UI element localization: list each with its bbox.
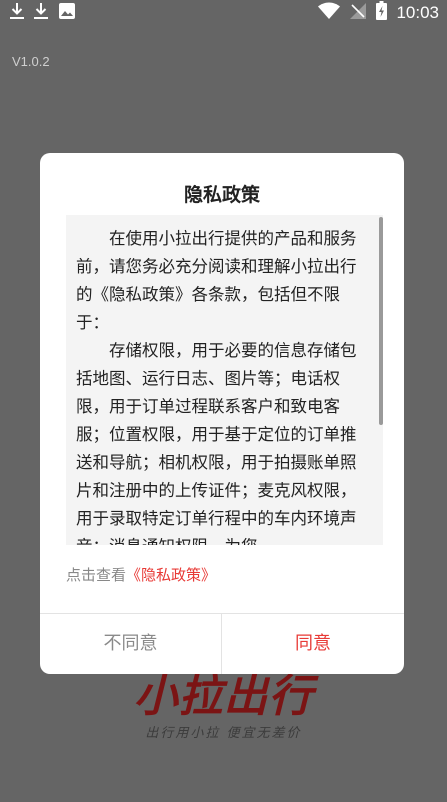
app-version: V1.0.2 xyxy=(12,54,50,69)
system-icons: 10:03 xyxy=(318,1,439,24)
agree-button[interactable]: 同意 xyxy=(222,614,404,674)
download-icon xyxy=(34,2,48,24)
download-icon xyxy=(10,2,24,24)
clock: 10:03 xyxy=(396,2,439,22)
brand-slogan: 出行用小拉 便宜无差价 xyxy=(145,726,302,741)
policy-paragraph: 在使用小拉出行提供的产品和服务前，请您务必充分阅读和理解小拉出行的《隐私政策》各… xyxy=(76,229,357,332)
policy-paragraph: 存储权限，用于必要的信息存储包括地图、运行日志、图片等；电话权限，用于订单过程联… xyxy=(76,341,357,545)
disagree-button[interactable]: 不同意 xyxy=(40,614,221,674)
policy-text: 在使用小拉出行提供的产品和服务前，请您务必充分阅读和理解小拉出行的《隐私政策》各… xyxy=(66,215,383,545)
privacy-dialog: 隐私政策 在使用小拉出行提供的产品和服务前，请您务必充分阅读和理解小拉出行的《隐… xyxy=(40,153,404,674)
status-bar: 10:03 xyxy=(0,0,447,24)
wifi-icon xyxy=(318,2,341,24)
scrollbar[interactable] xyxy=(379,217,383,425)
image-icon xyxy=(58,2,76,24)
link-prefix: 点击查看 xyxy=(66,566,127,584)
policy-link-line: 点击查看《隐私政策》 xyxy=(66,564,216,585)
privacy-policy-link[interactable]: 《隐私政策》 xyxy=(126,566,216,584)
dialog-title: 隐私政策 xyxy=(183,184,260,206)
policy-content-scroll[interactable]: 在使用小拉出行提供的产品和服务前，请您务必充分阅读和理解小拉出行的《隐私政策》各… xyxy=(66,215,383,545)
notification-icons xyxy=(10,2,76,24)
battery-icon xyxy=(376,1,388,24)
signal-icon xyxy=(349,2,367,24)
